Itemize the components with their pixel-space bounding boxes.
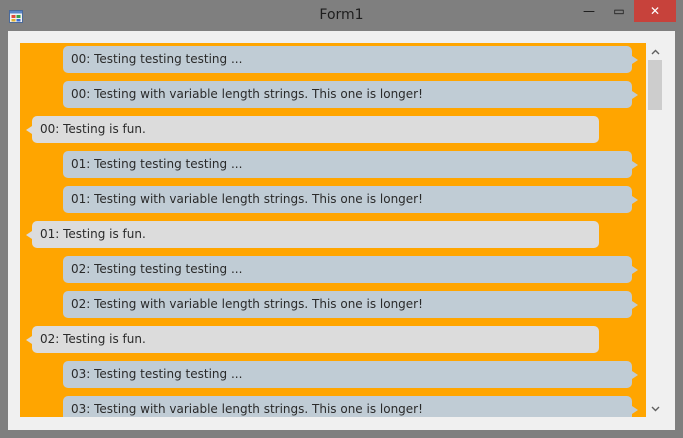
form1-window: Form1 — ▭ ✕ 00: Testing testing testing …: [0, 0, 683, 438]
scroll-up-button[interactable]: [646, 43, 664, 60]
title-bar[interactable]: Form1 — ▭ ✕: [0, 0, 683, 31]
incoming-message-bubble[interactable]: 02: Testing is fun.: [26, 326, 599, 353]
vertical-scrollbar[interactable]: [646, 43, 664, 417]
chevron-down-icon: [651, 406, 659, 411]
outgoing-message-bubble[interactable]: 00: Testing with variable length strings…: [63, 81, 638, 108]
outgoing-message-bubble[interactable]: 00: Testing testing testing ...: [63, 46, 638, 73]
form-client-area: 00: Testing testing testing ... 00: Testi…: [8, 31, 675, 430]
close-icon: ✕: [649, 4, 661, 18]
minimize-icon: —: [583, 4, 595, 18]
minimize-button[interactable]: —: [574, 0, 604, 22]
maximize-button[interactable]: ▭: [604, 0, 634, 22]
incoming-message-bubble[interactable]: 01: Testing is fun.: [26, 221, 599, 248]
scroll-down-button[interactable]: [646, 400, 664, 417]
incoming-message-bubble[interactable]: 00: Testing is fun.: [26, 116, 599, 143]
outgoing-message-bubble[interactable]: 02: Testing with variable length strings…: [63, 291, 638, 318]
close-button[interactable]: ✕: [634, 0, 676, 22]
maximize-icon: ▭: [613, 4, 625, 18]
outgoing-message-bubble[interactable]: 03: Testing testing testing ...: [63, 361, 638, 388]
chevron-up-icon: [651, 49, 659, 54]
outgoing-message-bubble[interactable]: 02: Testing testing testing ...: [63, 256, 638, 283]
message-list[interactable]: 00: Testing testing testing ... 00: Testi…: [20, 43, 646, 417]
outgoing-message-bubble[interactable]: 01: Testing testing testing ...: [63, 151, 638, 178]
scroll-thumb[interactable]: [648, 60, 662, 110]
outgoing-message-bubble[interactable]: 01: Testing with variable length strings…: [63, 186, 638, 213]
outgoing-message-bubble[interactable]: 03: Testing with variable length strings…: [63, 396, 638, 417]
